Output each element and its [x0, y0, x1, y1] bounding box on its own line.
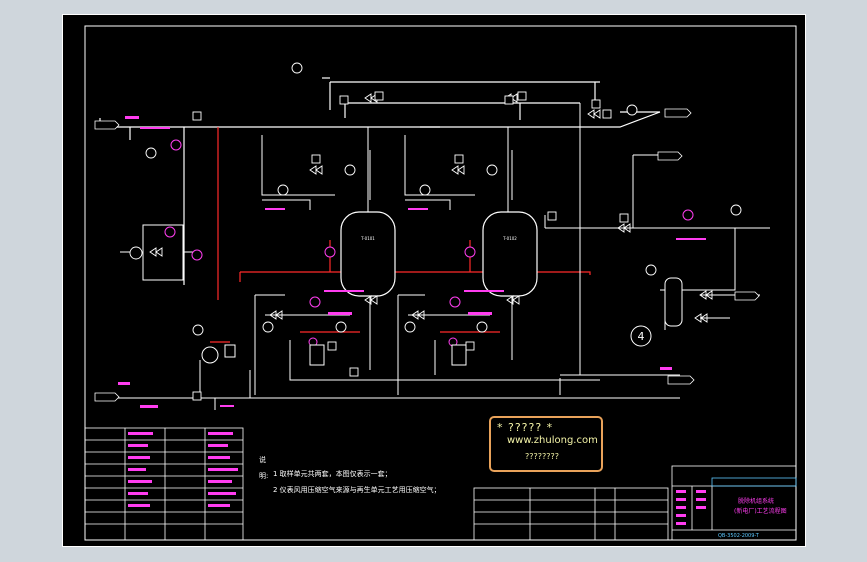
vessel-1 [340, 211, 396, 297]
vessel-1-tag: T-0101 [360, 236, 375, 241]
vessel-2 [482, 211, 538, 297]
bottom-return-pipe [100, 360, 680, 410]
note-item: 1 取样单元共两套，本图仅表示一套； [273, 470, 392, 478]
revision-table [473, 487, 669, 541]
title-line-2: (新电厂)工艺流程图 [734, 508, 787, 515]
process-flow-diagram: T-0101 T-0102 4 [84, 25, 797, 541]
top-header-pipe [322, 77, 600, 120]
instrument-bubbles-white [129, 62, 742, 336]
legend-entries [128, 432, 238, 507]
drawing-number: QB-3502-2009-T [718, 533, 759, 539]
notes-header: 说明: [259, 456, 269, 480]
watermark-line-3: ???????? [525, 452, 559, 461]
valves [149, 93, 713, 323]
magenta-tags [118, 116, 706, 408]
watermark-url: www.zhulong.com [507, 435, 598, 446]
title-block [671, 465, 797, 541]
title-block-labels [676, 490, 706, 525]
note-item: 2 仪表风用压缩空气来源与再生单元工艺用压缩空气； [273, 486, 441, 494]
separator-vessel [664, 277, 683, 327]
valve-actuators [192, 91, 629, 401]
reference-circle-label: 4 [638, 330, 645, 343]
right-piping [393, 103, 770, 395]
watermark-box: * ????? * www.zhulong.com ???????? [489, 416, 603, 472]
vessel-2-tag: T-0102 [502, 236, 517, 241]
watermark-line-1: * ????? * [497, 421, 554, 434]
title-line-1: 脱除机组系统 [738, 498, 775, 505]
